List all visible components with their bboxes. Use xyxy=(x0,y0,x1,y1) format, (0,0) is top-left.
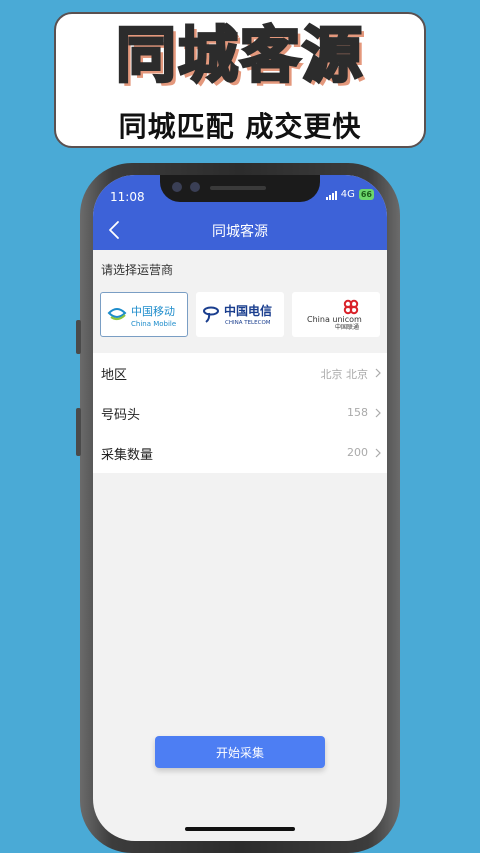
chevron-right-icon xyxy=(375,448,381,458)
camera-icon xyxy=(172,182,182,192)
network-type: 4G xyxy=(340,189,355,200)
region-row[interactable]: 地区 北京 北京 xyxy=(93,353,387,393)
carrier-name-cn: 中国移动 xyxy=(131,305,175,318)
number-prefix-row[interactable]: 号码头 158 xyxy=(93,393,387,433)
carrier-option-china-unicom[interactable]: China unicom 中国联通 xyxy=(292,292,380,337)
chevron-right-icon xyxy=(375,368,381,378)
carrier-option-china-telecom[interactable]: 中国电信 CHINA TELECOM xyxy=(196,292,284,337)
page-title: 同城客源 xyxy=(212,224,268,240)
row-value: 200 xyxy=(347,446,368,459)
carrier-name-cn: 中国电信 xyxy=(224,303,272,318)
status-indicators: 4G 66 xyxy=(325,189,374,200)
row-label: 采集数量 xyxy=(101,448,154,463)
row-label: 号码头 xyxy=(101,408,141,423)
row-label: 地区 xyxy=(101,368,128,383)
carrier-prompt: 请选择运营商 xyxy=(101,263,174,277)
speaker-grille xyxy=(210,186,266,190)
promo-banner: 同城客源 同城匹配 成交更快 xyxy=(54,12,426,148)
start-collect-button[interactable]: 开始采集 xyxy=(155,736,325,768)
signal-icon xyxy=(325,190,337,200)
carrier-name-en: CHINA TELECOM xyxy=(225,320,271,326)
phone-screen: 11:08 4G 66 同城客源 请选择运营商 中国移动 China Mobil… xyxy=(93,175,387,841)
phone-side-button xyxy=(76,408,81,456)
china-mobile-logo: 中国移动 China Mobile xyxy=(107,305,176,328)
phone-side-button xyxy=(76,320,81,354)
china-unicom-logo: China unicom 中国联通 xyxy=(307,299,362,331)
status-time: 11:08 xyxy=(110,190,145,204)
carrier-option-china-mobile[interactable]: 中国移动 China Mobile xyxy=(100,292,188,337)
collect-count-row[interactable]: 采集数量 200 xyxy=(93,433,387,473)
carrier-name-cn: 中国联通 xyxy=(335,323,359,331)
carrier-name-en: China unicom xyxy=(307,315,362,324)
phone-notch xyxy=(160,175,320,202)
china-telecom-logo: 中国电信 CHINA TELECOM xyxy=(203,303,272,326)
sensor-icon xyxy=(190,182,200,192)
settings-list: 地区 北京 北京 号码头 158 采集数量 200 xyxy=(93,353,387,473)
row-value: 北京 北京 xyxy=(320,368,369,381)
banner-title: 同城客源 xyxy=(115,20,364,93)
battery-icon: 66 xyxy=(358,189,374,200)
banner-subtitle: 同城匹配 成交更快 xyxy=(118,110,362,143)
carrier-name-en: China Mobile xyxy=(131,320,176,328)
chevron-right-icon xyxy=(375,408,381,418)
home-indicator[interactable] xyxy=(185,827,295,831)
row-value: 158 xyxy=(347,406,368,419)
